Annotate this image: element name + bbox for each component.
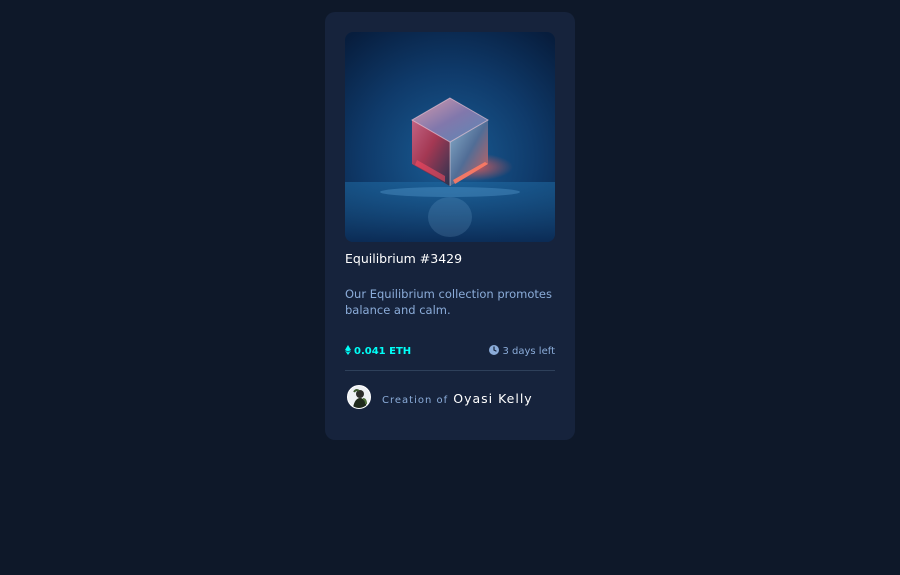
creator-text: Creation of Oyasi Kelly	[382, 388, 533, 407]
divider	[345, 370, 555, 371]
time-left-value: 3 days left	[502, 346, 555, 357]
clock-icon	[489, 345, 500, 358]
price-info: 0.041 ETH	[345, 345, 411, 358]
cube-artwork-image	[345, 32, 555, 242]
nft-title[interactable]: Equilibrium #3429	[345, 251, 462, 266]
creator-info: Creation of Oyasi Kelly	[347, 385, 533, 409]
time-info: 3 days left	[489, 345, 555, 358]
price-value: 0.041 ETH	[354, 346, 412, 357]
nft-image[interactable]	[345, 32, 555, 242]
nft-card: Equilibrium #3429 Our Equilibrium collec…	[325, 12, 575, 440]
nft-description: Our Equilibrium collection promotes bala…	[345, 287, 552, 317]
creator-name-link[interactable]: Oyasi Kelly	[453, 391, 532, 406]
creator-prefix: Creation of	[382, 394, 449, 406]
avatar	[347, 385, 371, 409]
ethereum-icon	[345, 345, 351, 358]
